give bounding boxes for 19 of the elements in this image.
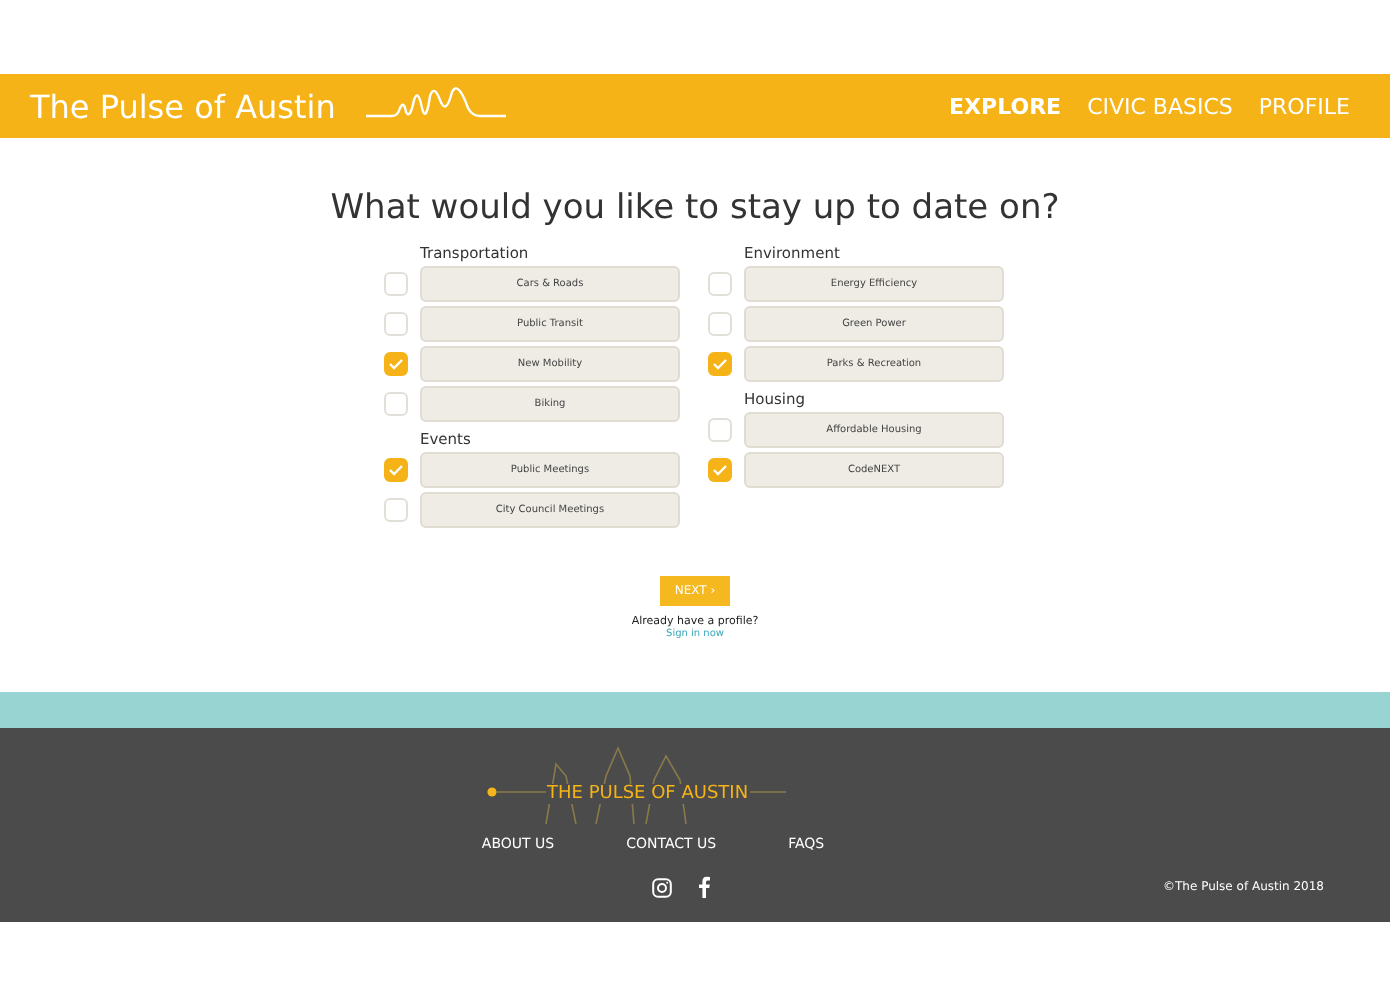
checkmark-icon	[388, 358, 404, 370]
checkbox[interactable]	[708, 312, 732, 336]
footer-logo-text: THE PULSE OF AUSTIN	[545, 784, 751, 804]
checkbox[interactable]	[384, 392, 408, 416]
checkbox[interactable]	[384, 498, 408, 522]
checkbox[interactable]	[384, 312, 408, 336]
checkbox[interactable]	[384, 272, 408, 296]
checkmark-icon	[712, 464, 728, 476]
checkbox[interactable]	[384, 352, 408, 376]
page-heading: What would you like to stay up to date on?	[330, 188, 1060, 228]
checkbox[interactable]	[708, 458, 732, 482]
facebook-icon[interactable]	[698, 876, 710, 898]
checkbox[interactable]	[708, 352, 732, 376]
checkbox[interactable]	[708, 272, 732, 296]
checkmark-icon	[712, 358, 728, 370]
checkbox[interactable]	[384, 458, 408, 482]
checkbox[interactable]	[708, 418, 732, 442]
instagram-icon[interactable]	[652, 877, 672, 897]
checkmark-icon	[388, 464, 404, 476]
